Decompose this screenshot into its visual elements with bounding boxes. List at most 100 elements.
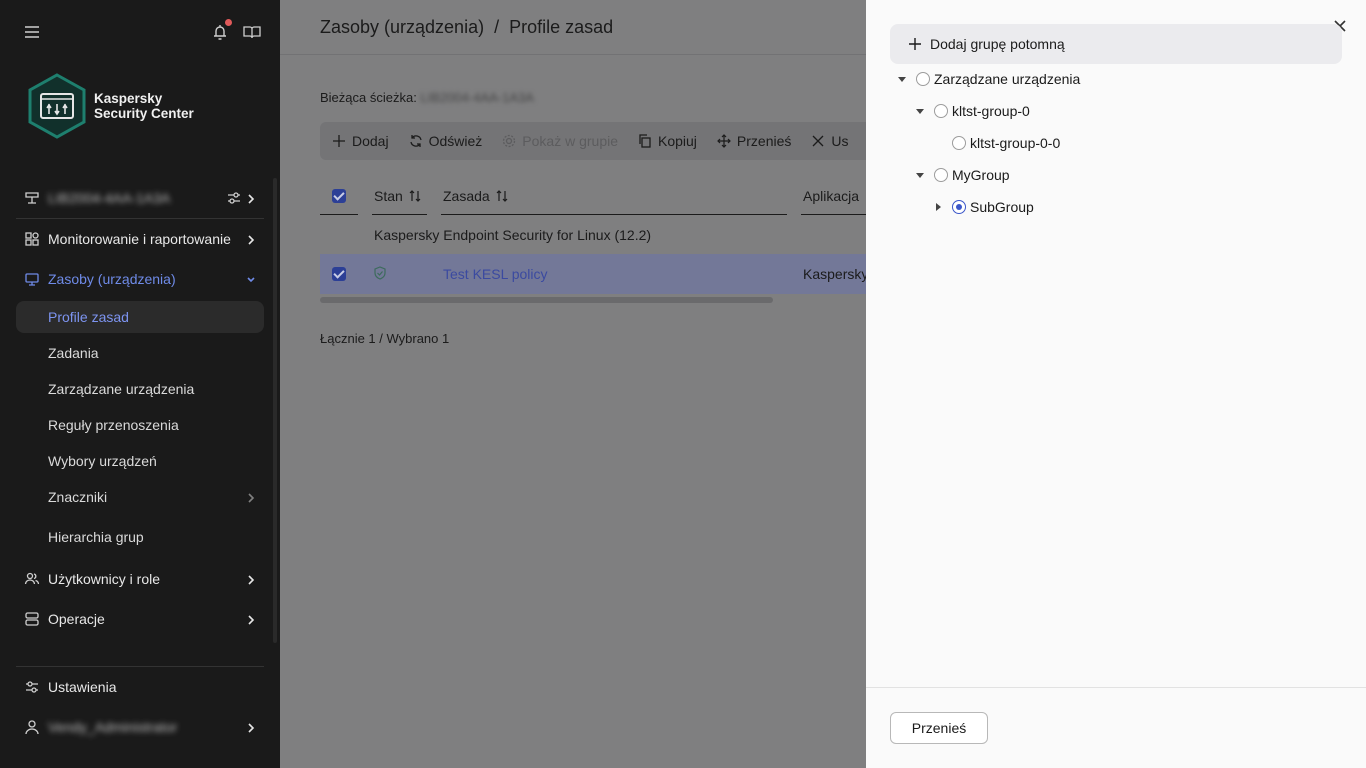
main-content: Zasoby (urządzenia) / Profile zasad Bież…: [280, 0, 866, 768]
tree-node-kltst-group-0-0[interactable]: kltst-group-0-0: [934, 132, 1060, 154]
caret-down-icon[interactable]: [898, 75, 906, 83]
nav-users-label: Użytkownicy i role: [48, 571, 161, 587]
caret-down-icon[interactable]: [916, 107, 924, 115]
path-value: LIB2004-4AA-1A3A: [420, 90, 534, 105]
help-book-icon[interactable]: [242, 22, 262, 42]
sidebar-nav: LIB2004-4AA-1A3A Monitorowanie i raporto…: [16, 178, 264, 639]
refresh-label: Odśwież: [428, 133, 483, 149]
copy-button[interactable]: Kopiuj: [638, 133, 697, 149]
chevron-right-icon: [246, 721, 256, 733]
column-application[interactable]: Aplikacja: [803, 188, 859, 204]
dashboard-icon: [24, 231, 40, 247]
caret-down-icon[interactable]: [916, 171, 924, 179]
sidebar-topbar: [22, 19, 264, 44]
refresh-icon: [409, 135, 422, 147]
add-label: Dodaj: [352, 133, 389, 149]
header-underline: [372, 214, 427, 215]
row-checkbox[interactable]: [332, 267, 346, 281]
header-underline: [441, 214, 787, 215]
tree-node-label: kltst-group-0: [952, 103, 1030, 119]
gear-icon: [503, 134, 516, 148]
menu-icon[interactable]: [22, 22, 42, 42]
tree-node-label: MyGroup: [952, 167, 1010, 183]
move-icon: [717, 134, 731, 148]
move-button[interactable]: Przenieś: [890, 712, 988, 744]
tree-node-subgroup[interactable]: SubGroup: [934, 196, 1034, 218]
nav-assets[interactable]: Zasoby (urządzenia): [16, 259, 264, 299]
table-horizontal-scrollbar[interactable]: [320, 297, 773, 303]
tree-radio[interactable]: [916, 72, 930, 86]
nav-user-account[interactable]: Vendy_Administrator: [16, 707, 264, 747]
copy-icon: [639, 134, 651, 148]
plus-icon: [909, 38, 921, 50]
nav-monitoring-label: Monitorowanie i raportowanie: [48, 231, 231, 247]
column-status[interactable]: Stan: [374, 188, 422, 204]
server-name: LIB2004-4AA-1A3A: [48, 190, 171, 206]
nav-users-roles[interactable]: Użytkownicy i role: [16, 559, 264, 599]
kaspersky-logo: Kaspersky Security Center: [26, 72, 216, 140]
show-in-group-button[interactable]: Pokaż w grupie: [502, 133, 618, 149]
current-path: Bieżąca ścieżka: LIB2004-4AA-1A3A: [320, 90, 534, 105]
users-icon: [24, 571, 40, 587]
table-group-row: Kaspersky Endpoint Security for Linux (1…: [320, 216, 866, 254]
sidebar: Kaspersky Security Center LIB2004-4AA-1A…: [0, 0, 280, 768]
operations-icon: [24, 611, 40, 627]
sub-item-label: Profile zasad: [48, 309, 129, 325]
application-name: Kaspersky: [803, 266, 866, 282]
move-toolbar-button[interactable]: Przenieś: [717, 133, 791, 149]
tree-radio[interactable]: [952, 136, 966, 150]
notification-badge: [225, 19, 232, 26]
sub-item-policy-profiles[interactable]: Profile zasad: [16, 301, 264, 333]
shield-check-icon: [374, 266, 386, 283]
sub-item-managed-devices[interactable]: Zarządzane urządzenia: [16, 371, 264, 407]
notifications-icon[interactable]: [210, 19, 232, 42]
add-child-group-button[interactable]: Dodaj grupę potomną: [890, 24, 1342, 64]
tree-node-label: Zarządzane urządzenia: [934, 71, 1081, 87]
settings-sliders-icon: [24, 679, 40, 695]
select-all-checkbox[interactable]: [332, 189, 346, 203]
column-status-label: Stan: [374, 188, 403, 204]
delete-button[interactable]: Us: [811, 133, 849, 149]
column-application-label: Aplikacja: [803, 188, 860, 204]
copy-label: Kopiuj: [658, 133, 697, 149]
table-header: Stan Zasada Aplikacja: [320, 178, 866, 216]
sub-item-group-hierarchy[interactable]: Hierarchia grup: [16, 515, 264, 559]
sub-item-label: Reguły przenoszenia: [48, 417, 179, 433]
caret-right-icon[interactable]: [934, 203, 942, 211]
tree-node-kltst-group-0[interactable]: kltst-group-0: [916, 100, 1030, 122]
page-title: Zasoby (urządzenia) / Profile zasad: [320, 17, 614, 37]
show-in-group-label: Pokaż w grupie: [522, 133, 618, 149]
chevron-right-icon: [246, 573, 256, 585]
nav-operations-label: Operacje: [48, 611, 105, 627]
column-policy[interactable]: Zasada: [443, 188, 509, 204]
refresh-button[interactable]: Odśwież: [409, 133, 483, 149]
panel-footer-divider: [866, 687, 1366, 688]
nav-settings[interactable]: Ustawienia: [16, 667, 264, 707]
user-icon: [24, 719, 40, 735]
move-label: Przenieś: [736, 133, 792, 149]
filter-settings-icon[interactable]: [226, 190, 242, 209]
sub-item-move-rules[interactable]: Reguły przenoszenia: [16, 407, 264, 443]
tree-radio-selected[interactable]: [952, 200, 966, 214]
chevron-right-icon: [246, 613, 256, 625]
policy-name-link[interactable]: Test KESL policy: [443, 266, 548, 282]
server-selector[interactable]: LIB2004-4AA-1A3A: [16, 178, 264, 218]
sidebar-scrollbar[interactable]: [273, 178, 277, 643]
tree-node-mygroup[interactable]: MyGroup: [916, 164, 1010, 186]
sub-item-device-selections[interactable]: Wybory urządzeń: [16, 443, 264, 479]
tree-radio[interactable]: [934, 104, 948, 118]
move-policy-panel: Dodaj grupę potomną Zarządzane urządzeni…: [866, 0, 1366, 768]
toolbar: Dodaj Odśwież Pokaż w grupie Kopiuj Prze…: [320, 122, 866, 160]
sub-item-tags[interactable]: Znaczniki: [16, 479, 264, 515]
tree-node-managed-devices[interactable]: Zarządzane urządzenia: [898, 68, 1080, 90]
add-button[interactable]: Dodaj: [332, 133, 389, 149]
tree-radio[interactable]: [934, 168, 948, 182]
logo-line-2: Security Center: [94, 106, 194, 121]
nav-monitoring[interactable]: Monitorowanie i raportowanie: [16, 219, 264, 259]
logo-hexagon-icon: [28, 73, 86, 139]
user-name: Vendy_Administrator: [48, 719, 178, 735]
nav-operations[interactable]: Operacje: [16, 599, 264, 639]
table-row[interactable]: Test KESL policy Kaspersky: [320, 254, 866, 294]
sub-item-tasks[interactable]: Zadania: [16, 335, 264, 371]
delete-label: Us: [831, 133, 849, 149]
